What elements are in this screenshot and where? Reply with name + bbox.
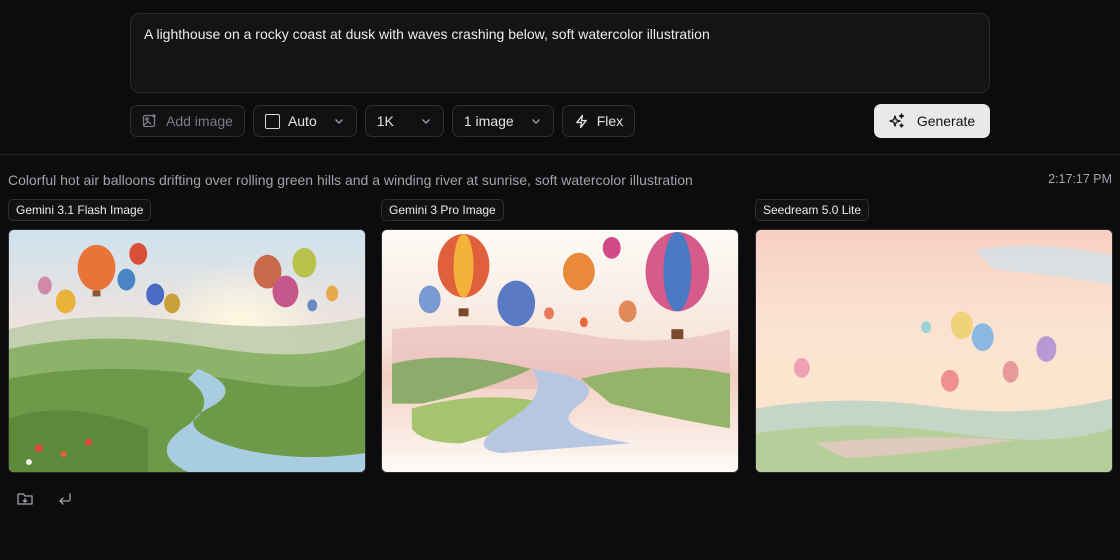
generated-image[interactable] xyxy=(381,229,739,473)
model-badge: Gemini 3 Pro Image xyxy=(381,199,504,221)
lightning-icon xyxy=(575,114,587,128)
generated-image[interactable] xyxy=(755,229,1113,473)
generation-toolbar: Add image Auto 1K 1 image Flex xyxy=(130,105,636,137)
result-timestamp: 2:17:17 PM xyxy=(1048,172,1112,186)
chevron-down-icon xyxy=(421,119,430,124)
resolution-label: 1K xyxy=(376,113,394,129)
chevron-down-icon xyxy=(531,119,540,124)
resolution-select[interactable]: 1K xyxy=(364,105,444,137)
model-badge: Seedream 5.0 Lite xyxy=(755,199,870,221)
image-plus-icon xyxy=(142,114,156,128)
generate-label: Generate xyxy=(916,113,976,129)
prompt-input[interactable]: A lighthouse on a rocky coast at dusk wi… xyxy=(130,13,990,93)
add-image-label: Add image xyxy=(166,113,233,129)
folder-download-icon[interactable] xyxy=(16,490,34,508)
divider xyxy=(0,154,1120,155)
result-prompt: Colorful hot air balloons drifting over … xyxy=(8,172,693,188)
result-card: Seedream 5.0 Lite xyxy=(755,199,1113,473)
chevron-down-icon xyxy=(334,119,343,124)
mode-toggle[interactable]: Flex xyxy=(561,105,636,137)
square-icon xyxy=(264,113,280,129)
sparkles-icon xyxy=(889,113,904,128)
add-image-button[interactable]: Add image xyxy=(130,105,245,137)
model-badge: Gemini 3.1 Flash Image xyxy=(8,199,152,221)
result-actions xyxy=(16,490,74,508)
prompt-text: A lighthouse on a rocky coast at dusk wi… xyxy=(144,26,710,42)
aspect-label: Auto xyxy=(287,113,317,129)
result-card: Gemini 3 Pro Image xyxy=(381,199,739,473)
image-count-select[interactable]: 1 image xyxy=(451,105,554,137)
image-count-label: 1 image xyxy=(463,113,514,129)
return-arrow-icon[interactable] xyxy=(56,490,74,508)
generated-image[interactable] xyxy=(8,229,366,473)
mode-label: Flex xyxy=(596,113,624,129)
generate-button[interactable]: Generate xyxy=(874,104,990,138)
result-card: Gemini 3.1 Flash Image xyxy=(8,199,366,473)
aspect-select[interactable]: Auto xyxy=(252,105,357,137)
